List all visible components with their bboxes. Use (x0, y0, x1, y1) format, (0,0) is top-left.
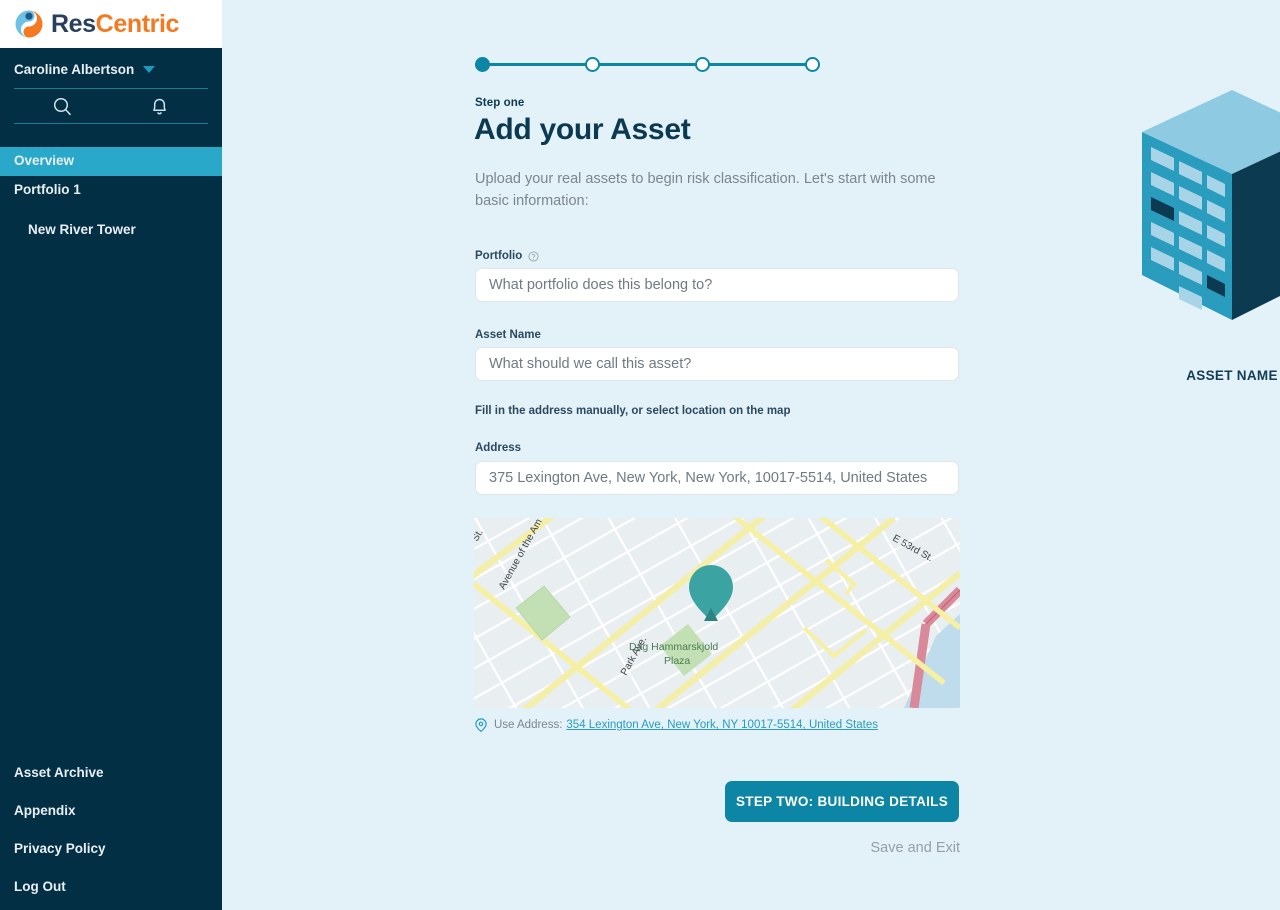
asset-name-label: Asset Name (475, 329, 541, 341)
step-two-button[interactable]: STEP TWO: BUILDING DETAILS (725, 781, 959, 822)
sidebar: ResCentric Caroline Albertson Overview P… (0, 0, 222, 910)
sidebar-item-portfolio-1[interactable]: Portfolio 1 (0, 176, 222, 205)
use-address-prefix: Use Address: (494, 719, 563, 731)
step-dot-1[interactable] (475, 57, 490, 72)
step-progress (475, 57, 820, 73)
sidebar-tools (14, 88, 208, 124)
bell-icon[interactable] (111, 96, 208, 116)
address-input[interactable] (475, 461, 959, 495)
asset-name-label-text: Asset Name (475, 329, 541, 341)
brand-name-accent: Centric (95, 9, 180, 38)
portfolio-label-text: Portfolio (475, 250, 523, 262)
brand-logo[interactable]: ResCentric (0, 0, 222, 48)
page-title: Add your Asset (474, 113, 691, 146)
address-helper-text: Fill in the address manually, or select … (475, 405, 791, 417)
sidebar-nav: Overview Portfolio 1 New River Tower (0, 147, 222, 245)
step-progress-track (483, 63, 812, 66)
location-pin-icon (475, 718, 487, 732)
user-name: Caroline Albertson (14, 62, 135, 77)
address-label-text: Address (475, 442, 522, 454)
main-content: Step one Add your Asset Upload your real… (222, 0, 1280, 910)
question-circle-icon[interactable] (528, 250, 539, 262)
sidebar-footer-nav: Asset Archive Appendix Privacy Policy Lo… (0, 764, 222, 896)
save-and-exit-link[interactable]: Save and Exit (222, 840, 960, 856)
asset-name-caption: ASSET NAME (1186, 368, 1278, 383)
brand-wordmark: ResCentric (51, 9, 180, 38)
user-menu[interactable]: Caroline Albertson (0, 48, 222, 88)
sidebar-item-overview[interactable]: Overview (0, 147, 222, 176)
swirl-circle-icon (14, 9, 44, 39)
chevron-down-icon (143, 66, 156, 73)
portfolio-input[interactable] (475, 268, 959, 302)
step-dot-3[interactable] (695, 57, 710, 72)
location-map[interactable]: Dag Hammarskjold Plaza St. Avenue of the… (474, 518, 960, 708)
sidebar-item-new-river-tower[interactable]: New River Tower (0, 216, 222, 245)
app-root: ResCentric Caroline Albertson Overview P… (0, 0, 1280, 910)
park-label-line2: Plaza (664, 655, 690, 667)
step-eyebrow: Step one (475, 97, 525, 109)
portfolio-label: Portfolio (475, 250, 539, 262)
use-address-link[interactable]: 354 Lexington Ave, New York, NY 10017-55… (566, 719, 878, 731)
use-address-row[interactable]: Use Address: 354 Lexington Ave, New York… (475, 718, 878, 732)
intro-text: Upload your real assets to begin risk cl… (475, 171, 936, 209)
sidebar-item-asset-archive[interactable]: Asset Archive (0, 764, 222, 782)
sidebar-item-log-out[interactable]: Log Out (0, 878, 222, 896)
address-label: Address (475, 442, 521, 454)
map-canvas: Dag Hammarskjold Plaza St. Avenue of the… (474, 518, 960, 708)
asset-name-input[interactable] (475, 347, 959, 381)
brand-name-primary: Res (51, 9, 96, 38)
office-building-icon (1122, 90, 1280, 340)
step-dot-4[interactable] (805, 57, 820, 72)
search-icon[interactable] (14, 96, 111, 117)
sidebar-item-privacy-policy[interactable]: Privacy Policy (0, 840, 222, 858)
step-dot-2[interactable] (585, 57, 600, 72)
sidebar-item-appendix[interactable]: Appendix (0, 802, 222, 820)
